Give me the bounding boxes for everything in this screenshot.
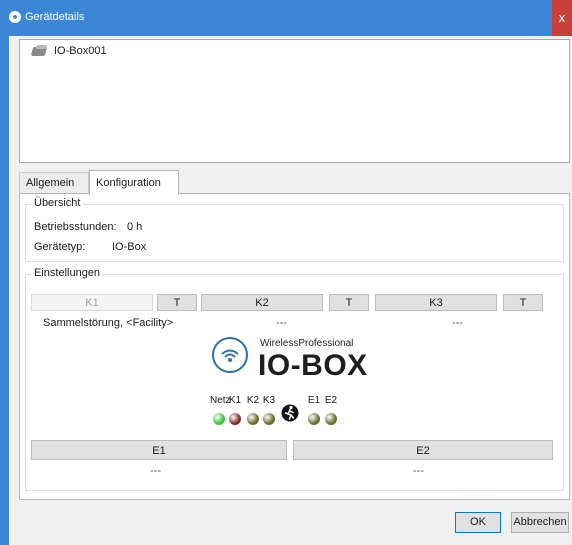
input-e2-button[interactable]: E2	[293, 440, 553, 460]
app-icon	[9, 11, 21, 23]
led-label-k3: K3	[262, 395, 276, 406]
input-e1-assignment: ---	[150, 465, 161, 477]
wifi-icon	[212, 337, 248, 373]
running-person-icon	[281, 403, 299, 423]
operating-hours-value: 0 h	[127, 221, 143, 233]
tab-label: Konfiguration	[96, 177, 161, 189]
window-title: Gerätdetails	[25, 11, 85, 23]
overview-group: Übersicht Betriebsstunden: 0 h Gerätetyp…	[25, 197, 564, 262]
settings-group-title: Einstellungen	[32, 267, 103, 279]
overview-group-title: Übersicht	[32, 197, 83, 209]
device-type-label: Gerätetyp:	[34, 241, 86, 253]
settings-group: Einstellungen K1 T K2 T K3 T Sammelstöru…	[25, 267, 564, 491]
close-button[interactable]: x	[552, 0, 572, 36]
relay-k3-timer-button[interactable]: T	[503, 294, 543, 311]
configuration-panel: Übersicht Betriebsstunden: 0 h Gerätetyp…	[19, 193, 570, 500]
device-details-window: Gerätdetails x IO-Box001 Allgemein Konfi…	[0, 0, 572, 545]
tab-label: Allgemein	[26, 177, 75, 189]
input-e2-assignment: ---	[413, 465, 424, 477]
tree-item-device[interactable]: IO-Box001	[32, 45, 107, 57]
relay-k2-button[interactable]: K2	[201, 294, 323, 311]
relay-k2-assignment: ---	[276, 317, 287, 329]
relay-k2-timer-button[interactable]: T	[329, 294, 369, 311]
led-label-e2: E2	[324, 395, 338, 406]
operating-hours-label: Betriebsstunden:	[34, 221, 117, 233]
relay-k3-button[interactable]: K3	[375, 294, 497, 311]
relay-k1-assignment: Sammelstörung, <Facility>	[43, 317, 174, 329]
led-label-e1: E1	[307, 395, 321, 406]
led-label-k1: K1	[228, 395, 242, 406]
led-k3	[263, 413, 275, 425]
device-tree[interactable]: IO-Box001	[19, 39, 570, 163]
relay-k1-button[interactable]: K1	[31, 294, 153, 311]
relay-k3-assignment: ---	[452, 317, 463, 329]
brand-line: WirelessProfessional	[260, 338, 354, 349]
led-e1	[308, 413, 320, 425]
dialog-body: IO-Box001 Allgemein Konfiguration Übersi…	[9, 36, 572, 545]
device-type-value: IO-Box	[112, 241, 147, 253]
led-k1	[229, 413, 241, 425]
device-name: IO-Box001	[54, 45, 107, 57]
relay-k1-timer-button[interactable]: T	[157, 294, 197, 311]
ok-button[interactable]: OK	[455, 512, 501, 533]
title-bar: Gerätdetails x	[0, 0, 572, 36]
input-e1-button[interactable]: E1	[31, 440, 287, 460]
led-netz	[213, 413, 225, 425]
product-logo: IO-BOX	[258, 349, 368, 382]
tab-allgemein[interactable]: Allgemein	[19, 172, 89, 193]
cancel-button[interactable]: Abbrechen	[511, 512, 569, 533]
led-k2	[247, 413, 259, 425]
device-icon	[32, 45, 50, 57]
led-e2	[325, 413, 337, 425]
tab-konfiguration[interactable]: Konfiguration	[89, 170, 179, 195]
